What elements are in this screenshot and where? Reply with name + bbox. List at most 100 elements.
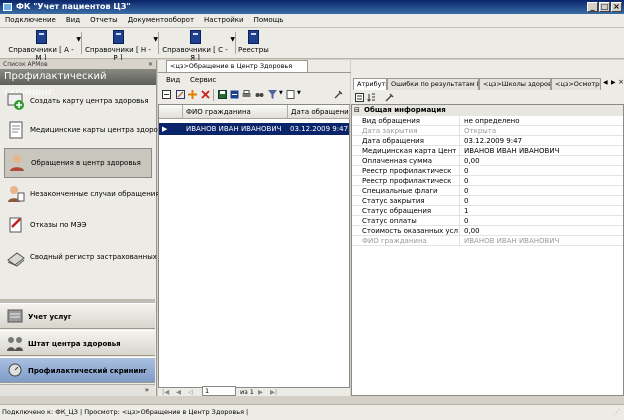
group-staff[interactable]: Штат центра здоровья xyxy=(0,330,155,356)
resize-grip-icon[interactable]: ⋰ xyxy=(614,405,621,420)
status-text: Подключено к: ФК_ЦЗ | Просмотр: <цз>Обра… xyxy=(2,408,249,416)
column-header-fio[interactable]: ФИО гражданина xyxy=(183,105,288,119)
tab-attributes[interactable]: Атрибуты xyxy=(353,78,387,90)
menu-view[interactable]: Вид xyxy=(61,14,85,24)
property-row[interactable]: Специальные флаги 0 xyxy=(352,186,623,196)
maximize-button[interactable]: □ xyxy=(599,2,610,12)
page-input[interactable]: 1 xyxy=(202,386,236,396)
property-row[interactable]: Реестр профилактическ 0 xyxy=(352,166,623,176)
menu-connection[interactable]: Подключение xyxy=(0,14,61,24)
property-value[interactable]: 0 xyxy=(464,186,468,196)
select-icon[interactable] xyxy=(162,90,171,99)
property-row[interactable]: ФИО гражданина ИВАНОВ ИВАН ИВАНОВИЧ xyxy=(352,236,623,246)
tabs-scroll-right-icon[interactable]: ▶ xyxy=(611,79,616,86)
more-chevron-icon[interactable]: » xyxy=(145,386,149,394)
property-row[interactable]: Реестр профилактическ 0 xyxy=(352,176,623,186)
pager: |◀ ◀ ◁ 1 из 1 ▶ ▶| xyxy=(158,386,350,398)
tabs-close-icon[interactable]: × xyxy=(618,78,624,86)
property-row[interactable]: Стоимость оказанных усл 0,00 xyxy=(352,226,623,236)
property-row[interactable]: Дата обращения 03.12.2009 9:47 xyxy=(352,136,623,146)
nav-visits[interactable]: Обращения в центр здоровья xyxy=(4,148,152,178)
property-value[interactable]: 0 xyxy=(464,176,468,186)
property-value[interactable]: не определено xyxy=(464,116,520,126)
menu-list-view[interactable]: Вид xyxy=(166,76,180,84)
property-row[interactable]: Статус закрытия 0 xyxy=(352,196,623,206)
tab-health-schools[interactable]: <цз>Школы здоровья xyxy=(479,78,551,90)
filter-icon[interactable] xyxy=(268,90,277,99)
nav-insured-registry[interactable]: Сводный регистр застрахованных xyxy=(4,247,157,269)
nav-create-card[interactable]: Создать карту центра здоровья xyxy=(4,91,152,113)
export-icon[interactable] xyxy=(230,90,239,99)
document-dropdown-icon[interactable] xyxy=(286,90,295,99)
add-icon[interactable] xyxy=(188,90,197,99)
print-icon[interactable] xyxy=(242,90,251,99)
tools-icon[interactable] xyxy=(334,90,343,99)
save-icon[interactable] xyxy=(218,90,227,99)
last-page-button[interactable]: ▶| xyxy=(270,388,277,396)
book-icon xyxy=(189,30,201,44)
tab-examinations[interactable]: <цз>Осмотры xyxy=(551,78,601,90)
property-value[interactable]: 0,00 xyxy=(464,226,480,236)
property-name: Реестр профилактическ xyxy=(362,176,460,186)
property-row[interactable]: Вид обращения не определено xyxy=(352,116,623,126)
collapse-icon[interactable]: ⊟ xyxy=(354,105,360,116)
title-bar: ФК "Учет пациентов ЦЗ" _ □ × xyxy=(0,0,624,14)
next-page-button[interactable]: ▶ xyxy=(258,388,263,396)
property-name: Вид обращения xyxy=(362,116,460,126)
edit-icon[interactable] xyxy=(176,90,185,99)
property-value[interactable]: 0 xyxy=(464,196,468,206)
document-dropdown-arrow-icon[interactable]: ▼ xyxy=(297,90,301,96)
property-pages-icon[interactable] xyxy=(385,93,394,102)
directory-a-m-button[interactable]: Справочники [ А - М ] ▼ xyxy=(8,30,81,62)
app-icon xyxy=(3,3,12,11)
table-row[interactable]: ▶ ИВАНОВ ИВАН ИВАНОВИЧ 03.12.2009 9:47:4… xyxy=(159,123,349,135)
document-icon xyxy=(9,121,23,139)
property-row[interactable]: Статус оплаты 0 xyxy=(352,216,623,226)
menu-docflow[interactable]: Документооборот xyxy=(123,14,199,24)
menu-help[interactable]: Помощь xyxy=(249,14,289,24)
property-value[interactable]: 0 xyxy=(464,166,468,176)
prev-page-button[interactable]: ◀ xyxy=(176,388,181,396)
delete-icon[interactable] xyxy=(201,90,210,99)
categorized-icon[interactable] xyxy=(355,93,364,102)
registries-button[interactable]: Реестры xyxy=(238,30,269,54)
tab-visit-document[interactable]: <цз>Обращение в Центр Здоровья xyxy=(166,60,308,72)
filter-dropdown-icon[interactable]: ▼ xyxy=(279,90,283,96)
row-pointer-icon: ▶ xyxy=(162,125,168,133)
property-row[interactable]: Дата закрытия Открыта xyxy=(352,126,623,136)
directory-s-ya-button[interactable]: Справочники [ С - Я ] ▼ xyxy=(162,30,235,62)
property-value[interactable]: Открыта xyxy=(464,126,496,136)
book-icon xyxy=(112,30,124,44)
close-button[interactable]: × xyxy=(611,2,622,12)
tabs-scroll-left-icon[interactable]: ◀ xyxy=(603,79,608,86)
property-value[interactable]: 0,00 xyxy=(464,156,480,166)
property-value[interactable]: 0 xyxy=(464,216,468,226)
registry-icon xyxy=(7,252,25,267)
nav-unfinished-cases[interactable]: Незаконченные случаи обращения xyxy=(4,184,160,206)
menu-settings[interactable]: Настройки xyxy=(199,14,249,24)
property-value[interactable]: ИВАНОВ ИВАН ИВАНОВИЧ xyxy=(464,236,559,246)
find-icon[interactable] xyxy=(255,90,264,99)
group-screening[interactable]: Профилактический скрининг xyxy=(0,357,155,383)
property-value[interactable]: 03.12.2009 9:47 xyxy=(464,136,522,146)
tab-mee-errors[interactable]: Ошибки по результатам МЭЭ xyxy=(387,78,479,90)
column-header-date[interactable]: Дата обращения xyxy=(288,105,350,119)
property-row[interactable]: Оплаченная сумма 0,00 xyxy=(352,156,623,166)
property-value[interactable]: ИВАНОВ ИВАН ИВАНОВИЧ xyxy=(464,146,559,156)
sort-az-icon[interactable] xyxy=(367,93,376,102)
property-name: Статус закрытия xyxy=(362,196,460,206)
property-row[interactable]: Медицинская карта Цент ИВАНОВ ИВАН ИВАНОВ… xyxy=(352,146,623,156)
property-value[interactable]: 1 xyxy=(464,206,468,216)
pin-icon[interactable]: ✕ xyxy=(148,60,153,69)
group-services[interactable]: Учет услуг xyxy=(0,303,155,329)
nav-mee-refusals[interactable]: Отказы по МЭЭ xyxy=(4,215,152,237)
first-page-button[interactable]: |◀ xyxy=(162,388,169,396)
directory-n-r-button[interactable]: Справочники [ Н - Р ] ▼ xyxy=(85,30,158,62)
section-general[interactable]: ⊟ Общая информация xyxy=(352,105,623,116)
menu-list-service[interactable]: Сервис xyxy=(190,76,216,84)
prev-block-button[interactable]: ◁ xyxy=(188,388,193,396)
property-row[interactable]: Статус обращения 1 xyxy=(352,206,623,216)
minimize-button[interactable]: _ xyxy=(587,2,598,12)
menu-reports[interactable]: Отчеты xyxy=(85,14,123,24)
nav-medical-cards[interactable]: Медицинские карты центра здоровья xyxy=(4,120,170,142)
